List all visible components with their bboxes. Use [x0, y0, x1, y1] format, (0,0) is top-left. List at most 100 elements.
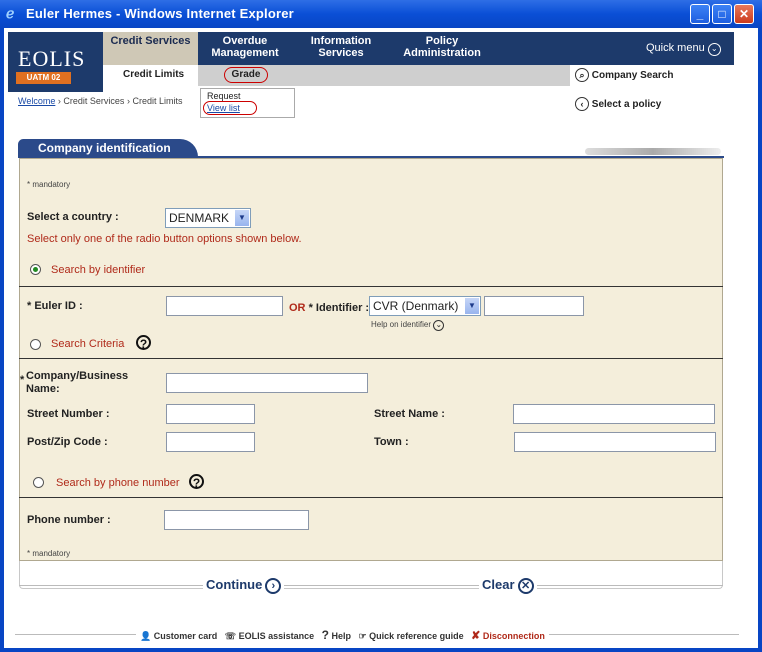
search-by-identifier-radio[interactable] — [30, 264, 41, 275]
disconnection-link[interactable]: ✘ Disconnection — [471, 630, 545, 642]
pointer-icon: ☞ — [358, 631, 367, 641]
phone-number-input[interactable] — [164, 510, 309, 530]
window-titlebar: ℯ Euler Hermes - Windows Internet Explor… — [0, 0, 762, 28]
logo-brand: EOLIS — [18, 46, 86, 71]
maximize-button[interactable]: □ — [712, 4, 732, 24]
mandatory-note-bottom: * mandatory — [27, 549, 71, 558]
identifier-type-select[interactable]: CVR (Denmark) ▼ — [369, 296, 481, 316]
or-text: OR — [289, 302, 306, 314]
subnav-credit-limits-label: Credit Limits — [123, 69, 185, 80]
identifier-type-value: CVR (Denmark) — [373, 299, 459, 313]
phone-number-label: Phone number : — [27, 514, 111, 526]
company-name-star: * — [20, 374, 25, 386]
search-by-identifier-label: Search by identifier — [51, 264, 146, 276]
section-divider — [19, 286, 723, 287]
search-criteria-label: Search Criteria — [51, 338, 125, 350]
town-label: Town : — [374, 436, 409, 448]
postcode-label: Post/Zip Code : — [27, 436, 108, 448]
search-by-phone-radio[interactable] — [33, 477, 44, 488]
street-name-input[interactable] — [513, 404, 715, 424]
help-question-icon[interactable]: ? — [189, 474, 204, 490]
continue-label: Continue — [206, 577, 263, 592]
street-name-label: Street Name : — [374, 408, 445, 420]
select-policy-link[interactable]: ‹ Select a policy — [575, 97, 661, 111]
town-input[interactable] — [514, 432, 716, 452]
menu-item-request[interactable]: Request — [207, 91, 241, 101]
select-country-label: Select a country : — [27, 211, 119, 223]
breadcrumb: Welcome › Credit Services › Credit Limit… — [18, 96, 182, 106]
nav-policy-administration[interactable]: Policy Administration — [392, 32, 492, 65]
company-identification-panel — [19, 158, 723, 561]
identifier-input[interactable] — [484, 296, 584, 316]
breadcrumb-sep: › — [126, 96, 130, 106]
subnav-credit-limits[interactable]: Credit Limits — [103, 65, 198, 86]
window-title: Euler Hermes - Windows Internet Explorer — [26, 6, 294, 21]
country-select[interactable]: DENMARK ▼ — [165, 208, 251, 228]
clear-button[interactable]: Clear ✕ — [479, 577, 537, 595]
section-divider — [19, 497, 723, 498]
search-icon: ⌕ — [575, 68, 589, 82]
postcode-input[interactable] — [166, 432, 255, 452]
chevron-down-icon: ▼ — [235, 210, 249, 226]
chevron-left-icon: ‹ — [575, 97, 589, 111]
help-label: Help — [331, 631, 351, 641]
clear-x-icon: ✕ — [517, 578, 534, 595]
section-divider — [19, 358, 723, 359]
search-criteria-radio[interactable] — [30, 339, 41, 350]
phone-icon: ☏ — [224, 631, 237, 641]
mandatory-note-top: * mandatory — [27, 180, 71, 189]
breadcrumb-sep: › — [57, 96, 61, 106]
quick-reference-label: Quick reference guide — [369, 631, 464, 641]
chevron-right-icon: › — [265, 578, 282, 595]
select-policy-label: Select a policy — [591, 99, 662, 110]
help-question-icon[interactable]: ? — [136, 335, 151, 351]
help-on-identifier-link[interactable]: Help on identifier ⌄ — [371, 320, 445, 331]
nav-overdue-management[interactable]: Overdue Management — [200, 32, 290, 65]
nav-credit-services[interactable]: Credit Services — [103, 32, 198, 65]
quick-menu-label: Quick menu — [646, 42, 705, 54]
continue-button[interactable]: Continue › — [203, 577, 285, 595]
eolis-logo[interactable]: EOLIS UATM 02 — [8, 32, 103, 92]
chevron-down-icon: ▼ — [465, 298, 479, 314]
eolis-assistance-label: EOLIS assistance — [238, 631, 315, 641]
decorative-bar — [585, 148, 721, 155]
chevron-down-icon: ⌄ — [433, 320, 445, 331]
nav-information-services[interactable]: Information Services — [296, 32, 386, 65]
view-list-highlight — [203, 101, 257, 115]
radio-hint-text: Select only one of the radio button opti… — [27, 233, 302, 245]
breadcrumb-credit-services[interactable]: Credit Services — [63, 96, 124, 106]
customer-card-link[interactable]: 👤 Customer card — [140, 631, 217, 641]
breadcrumb-welcome[interactable]: Welcome — [18, 96, 55, 106]
customer-card-label: Customer card — [153, 631, 218, 641]
help-link[interactable]: ? Help — [321, 628, 351, 642]
ie-logo-icon: ℯ — [6, 5, 15, 21]
help-on-identifier-label: Help on identifier — [371, 320, 432, 329]
x-icon: ✘ — [471, 630, 481, 642]
country-select-value: DENMARK — [169, 211, 230, 225]
company-name-input[interactable] — [166, 373, 368, 393]
footer-links: 👤 Customer card ☏ EOLIS assistance ? Hel… — [136, 628, 549, 642]
euler-id-input[interactable] — [166, 296, 283, 316]
tab-company-identification[interactable]: Company identification — [18, 139, 198, 157]
quick-menu[interactable]: Quick menu ⌄ — [646, 42, 721, 56]
company-search-link[interactable]: ⌕ Company Search — [575, 68, 673, 82]
identifier-label: * Identifier : — [308, 302, 370, 314]
disconnection-label: Disconnection — [482, 631, 545, 641]
close-button[interactable]: ✕ — [734, 4, 754, 24]
search-by-phone-label: Search by phone number — [56, 477, 180, 489]
quick-reference-link[interactable]: ☞ Quick reference guide — [359, 631, 464, 641]
street-number-input[interactable] — [166, 404, 255, 424]
chevron-down-icon: ⌄ — [707, 43, 721, 56]
clear-label: Clear — [482, 577, 515, 592]
minimize-button[interactable]: _ — [690, 4, 710, 24]
eolis-assistance-link[interactable]: ☏ EOLIS assistance — [225, 631, 314, 641]
company-search-label: Company Search — [591, 70, 674, 81]
actions-line — [19, 585, 723, 586]
subnav-grade[interactable]: Grade — [224, 67, 268, 83]
user-card-icon: 👤 — [140, 631, 152, 641]
breadcrumb-credit-limits: Credit Limits — [132, 96, 183, 106]
question-icon: ? — [321, 628, 329, 642]
logo-sub: UATM 02 — [16, 72, 71, 84]
company-name-label: Company/Business Name: — [26, 370, 129, 395]
street-number-label: Street Number : — [27, 408, 110, 420]
